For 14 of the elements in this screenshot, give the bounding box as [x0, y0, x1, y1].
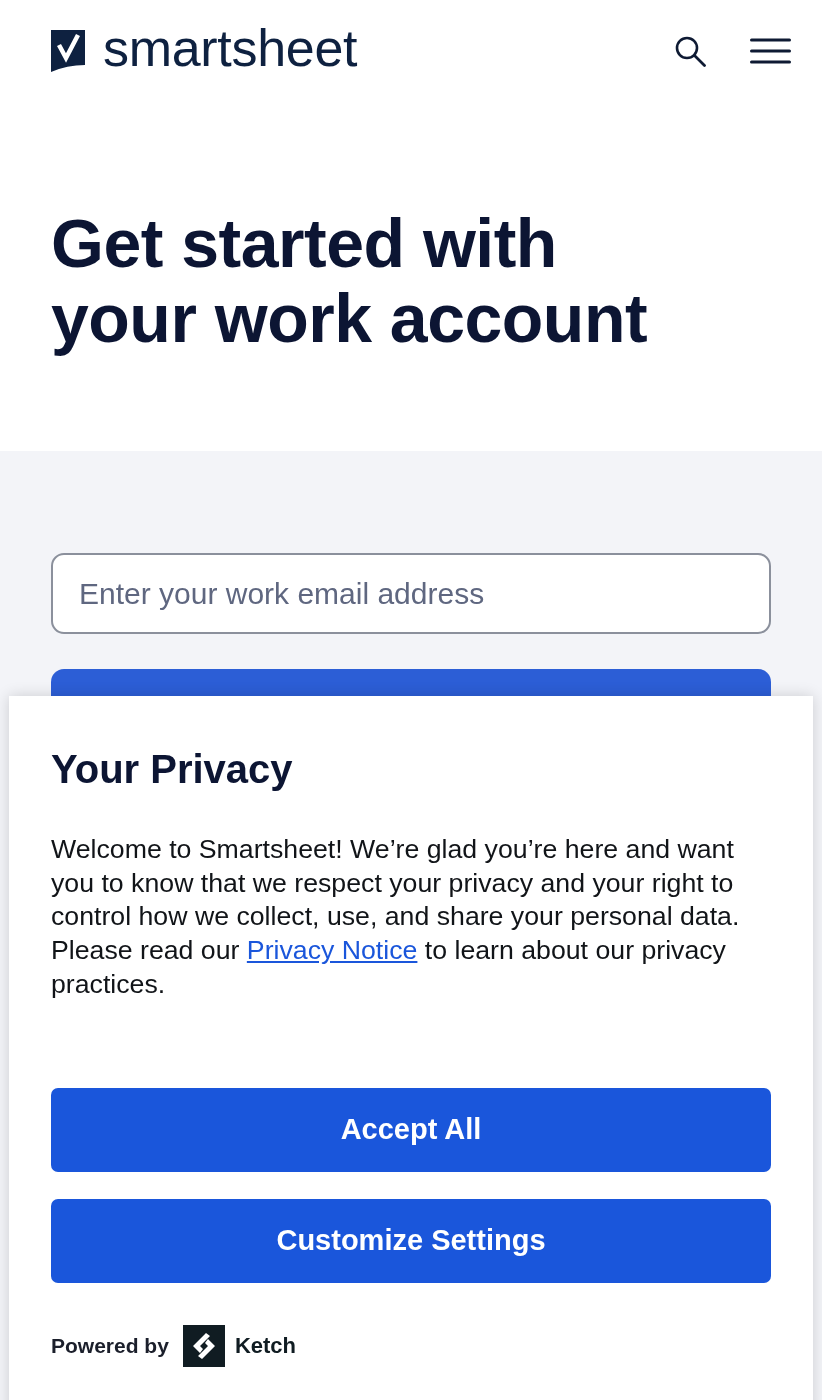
logo-icon	[182, 1324, 225, 1367]
privacy-message: Welcome to Smartsheet! We’re glad you’re here and want you to know that we respect your privacy and your right to control how we collect, use, and share your personal data. Please read our Privacy Notice to learn about our privacy practices.	[51, 833, 741, 1001]
page-heading: Get started with your work account	[51, 206, 649, 356]
logo-icon	[51, 30, 85, 72]
powered-by-label: Powered by	[51, 1333, 169, 1358]
privacy-notice-link[interactable]: Privacy Notice	[246, 935, 418, 966]
brand-name: Ketch	[234, 1332, 296, 1359]
brand-name: smartsheet	[103, 22, 358, 79]
search-icon[interactable]	[675, 35, 706, 67]
dialog-button[interactable]: Accept All	[51, 1087, 771, 1172]
dialog-title: Your Privacy	[51, 746, 294, 792]
email-field[interactable]: Enter your work email address	[51, 553, 771, 634]
dialog-button[interactable]: Customize Settings	[51, 1198, 771, 1283]
menu-icon[interactable]	[750, 38, 791, 64]
